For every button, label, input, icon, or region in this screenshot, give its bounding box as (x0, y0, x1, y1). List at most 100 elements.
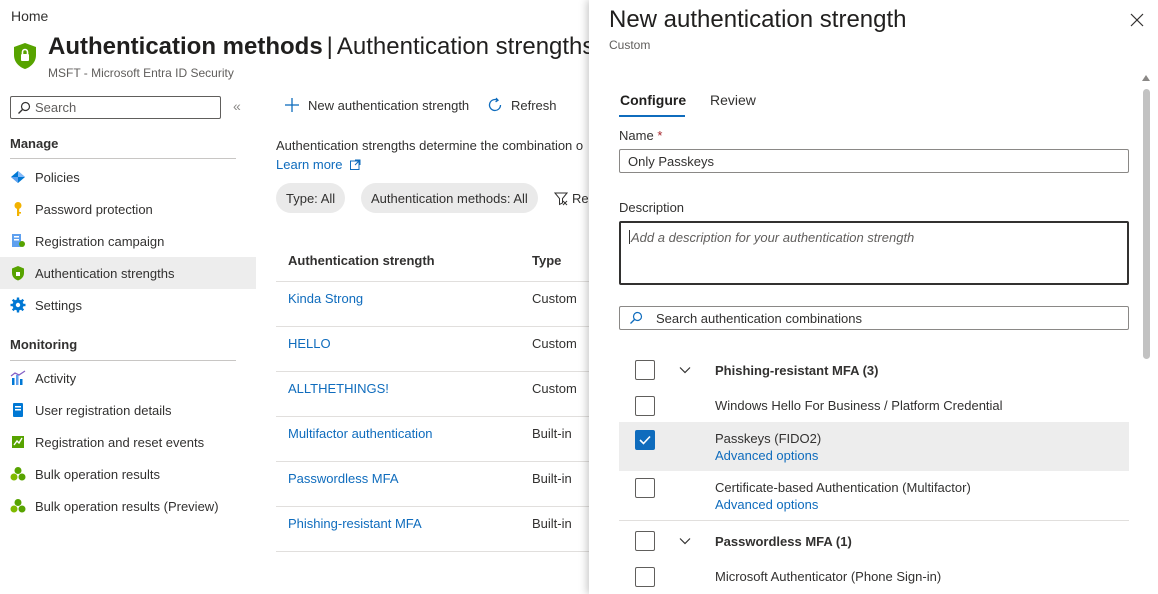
sidebar-item-registration-and-reset-events[interactable]: Registration and reset events (0, 426, 256, 458)
page-description: Authentication strengths determine the c… (276, 138, 584, 153)
list-item: Certificate-based Authentication (Multif… (619, 472, 1129, 520)
table-cell-type: Custom (532, 336, 577, 351)
group-checkbox[interactable] (635, 531, 655, 551)
group-checkbox[interactable] (635, 360, 655, 380)
tab-configure[interactable]: Configure (620, 92, 686, 108)
search-combinations-placeholder: Search authentication combinations (656, 311, 862, 326)
list-item-group: Passwordless MFA (1) (619, 523, 1129, 559)
nav-section-monitoring: Monitoring (10, 337, 78, 352)
table-cell-type: Built-in (532, 471, 572, 486)
chevron-down-icon[interactable] (679, 364, 691, 376)
search-icon (630, 311, 643, 324)
strength-link-hello[interactable]: HELLO (288, 336, 331, 351)
sidebar-search-placeholder: Search (35, 100, 77, 115)
method-checkbox[interactable] (635, 567, 655, 587)
panel-title: New authentication strength (609, 6, 907, 33)
sidebar-item-label: Bulk operation results (35, 466, 161, 482)
refresh-button-label: Refresh (511, 97, 557, 113)
shield-icon (12, 266, 24, 281)
sidebar-item-label: Registration and reset events (35, 434, 205, 450)
page-title-main: Authentication methods (48, 33, 323, 60)
method-checkbox[interactable] (635, 478, 655, 498)
filter-reset-icon (554, 192, 568, 205)
description-placeholder: Add a description for your authenticatio… (631, 230, 915, 245)
sidebar-item-policies[interactable]: Policies (0, 161, 256, 193)
breadcrumb-home[interactable]: Home (11, 8, 48, 24)
sidebar-item-registration-campaign[interactable]: Registration campaign (0, 225, 256, 257)
sidebar-item-bulk-operation-results-preview[interactable]: Bulk operation results (Preview) (0, 490, 256, 522)
sidebar-item-password-protection[interactable]: Password protection (0, 193, 256, 225)
details-icon (13, 403, 23, 417)
group-label: Phishing-resistant MFA (3) (715, 363, 879, 378)
chevron-down-icon[interactable] (679, 535, 691, 547)
bulk-icon (10, 467, 26, 481)
sidebar-item-bulk-operation-results[interactable]: Bulk operation results (0, 458, 256, 490)
row-divider (276, 371, 590, 372)
gear-icon (10, 297, 26, 313)
sidebar-item-user-registration-details[interactable]: User registration details (0, 394, 256, 426)
registration-icon (12, 234, 25, 247)
strength-link-passwordless-mfa[interactable]: Passwordless MFA (288, 471, 399, 486)
sidebar-item-settings[interactable]: Settings (0, 289, 256, 321)
panel-scrollbar[interactable] (1142, 74, 1150, 594)
scrollbar-thumb[interactable] (1143, 89, 1150, 359)
learn-more-link[interactable]: Learn more (276, 157, 361, 172)
strength-link-allthethings[interactable]: ALLTHETHINGS! (288, 381, 389, 396)
collapse-sidebar-button[interactable]: « (233, 98, 241, 114)
tab-review[interactable]: Review (710, 92, 756, 108)
refresh-icon (488, 97, 502, 112)
column-header-authentication-strength[interactable]: Authentication strength (288, 253, 435, 268)
key-icon (14, 202, 22, 216)
strength-link-phishing-resistant-mfa[interactable]: Phishing-resistant MFA (288, 516, 422, 531)
description-label: Description (619, 200, 685, 215)
description-field[interactable]: Add a description for your authenticatio… (619, 221, 1129, 285)
row-divider (276, 416, 590, 417)
text-caret (629, 230, 630, 244)
page-title-rest: Authentication strengths (336, 33, 595, 60)
sidebar-item-label: User registration details (35, 402, 172, 418)
group-label: Passwordless MFA (1) (715, 534, 852, 549)
required-mark: * (657, 128, 663, 143)
activity-icon (10, 370, 26, 385)
sidebar-item-label: Settings (35, 297, 82, 313)
authentication-methods-filter-pill[interactable]: Authentication methods: All (361, 183, 538, 213)
sidebar-item-authentication-strengths[interactable]: Authentication strengths (0, 257, 256, 289)
method-checkbox-checked[interactable] (635, 430, 655, 450)
sidebar-search-input[interactable]: Search (10, 96, 221, 119)
row-divider (276, 506, 590, 507)
strength-link-kinda-strong[interactable]: Kinda Strong (288, 291, 363, 306)
events-icon (12, 436, 24, 448)
page-subtitle: MSFT - Microsoft Entra ID Security (48, 66, 234, 80)
row-divider (276, 551, 590, 552)
shield-icon (14, 43, 36, 69)
external-link-icon (350, 159, 361, 170)
sidebar-item-label: Authentication strengths (35, 265, 175, 281)
name-label: Name * (619, 128, 662, 143)
table-cell-type: Custom (532, 381, 577, 396)
name-field[interactable]: Only Passkeys (619, 149, 1129, 173)
method-label: Windows Hello For Business / Platform Cr… (715, 398, 1003, 413)
advanced-options-link[interactable]: Advanced options (715, 448, 818, 463)
sidebar-item-activity[interactable]: Activity (0, 362, 256, 394)
method-label: Certificate-based Authentication (Multif… (715, 480, 971, 495)
nav-section-manage: Manage (10, 136, 59, 151)
type-filter-pill[interactable]: Type: All (276, 183, 346, 213)
new-authentication-strength-button[interactable]: New authentication strength (284, 97, 469, 113)
search-combinations-input[interactable]: Search authentication combinations (619, 306, 1129, 330)
new-button-label: New authentication strength (308, 97, 470, 113)
search-icon (18, 101, 31, 114)
panel-subtitle: Custom (609, 38, 651, 52)
method-label: Microsoft Authenticator (Phone Sign-in) (715, 569, 942, 584)
column-header-type[interactable]: Type (532, 253, 561, 268)
checkmark-icon (639, 435, 651, 445)
sidebar-item-label: Registration campaign (35, 233, 165, 249)
sidebar-item-label: Bulk operation results (Preview) (35, 498, 219, 514)
row-divider (276, 461, 590, 462)
method-checkbox[interactable] (635, 396, 655, 416)
advanced-options-link[interactable]: Advanced options (715, 497, 818, 512)
close-icon[interactable] (1129, 12, 1145, 28)
strength-link-multifactor-authentication[interactable]: Multifactor authentication (288, 426, 433, 441)
table-cell-type: Built-in (532, 426, 572, 441)
scroll-up-icon[interactable] (1142, 74, 1150, 82)
refresh-button[interactable]: Refresh (487, 97, 557, 113)
